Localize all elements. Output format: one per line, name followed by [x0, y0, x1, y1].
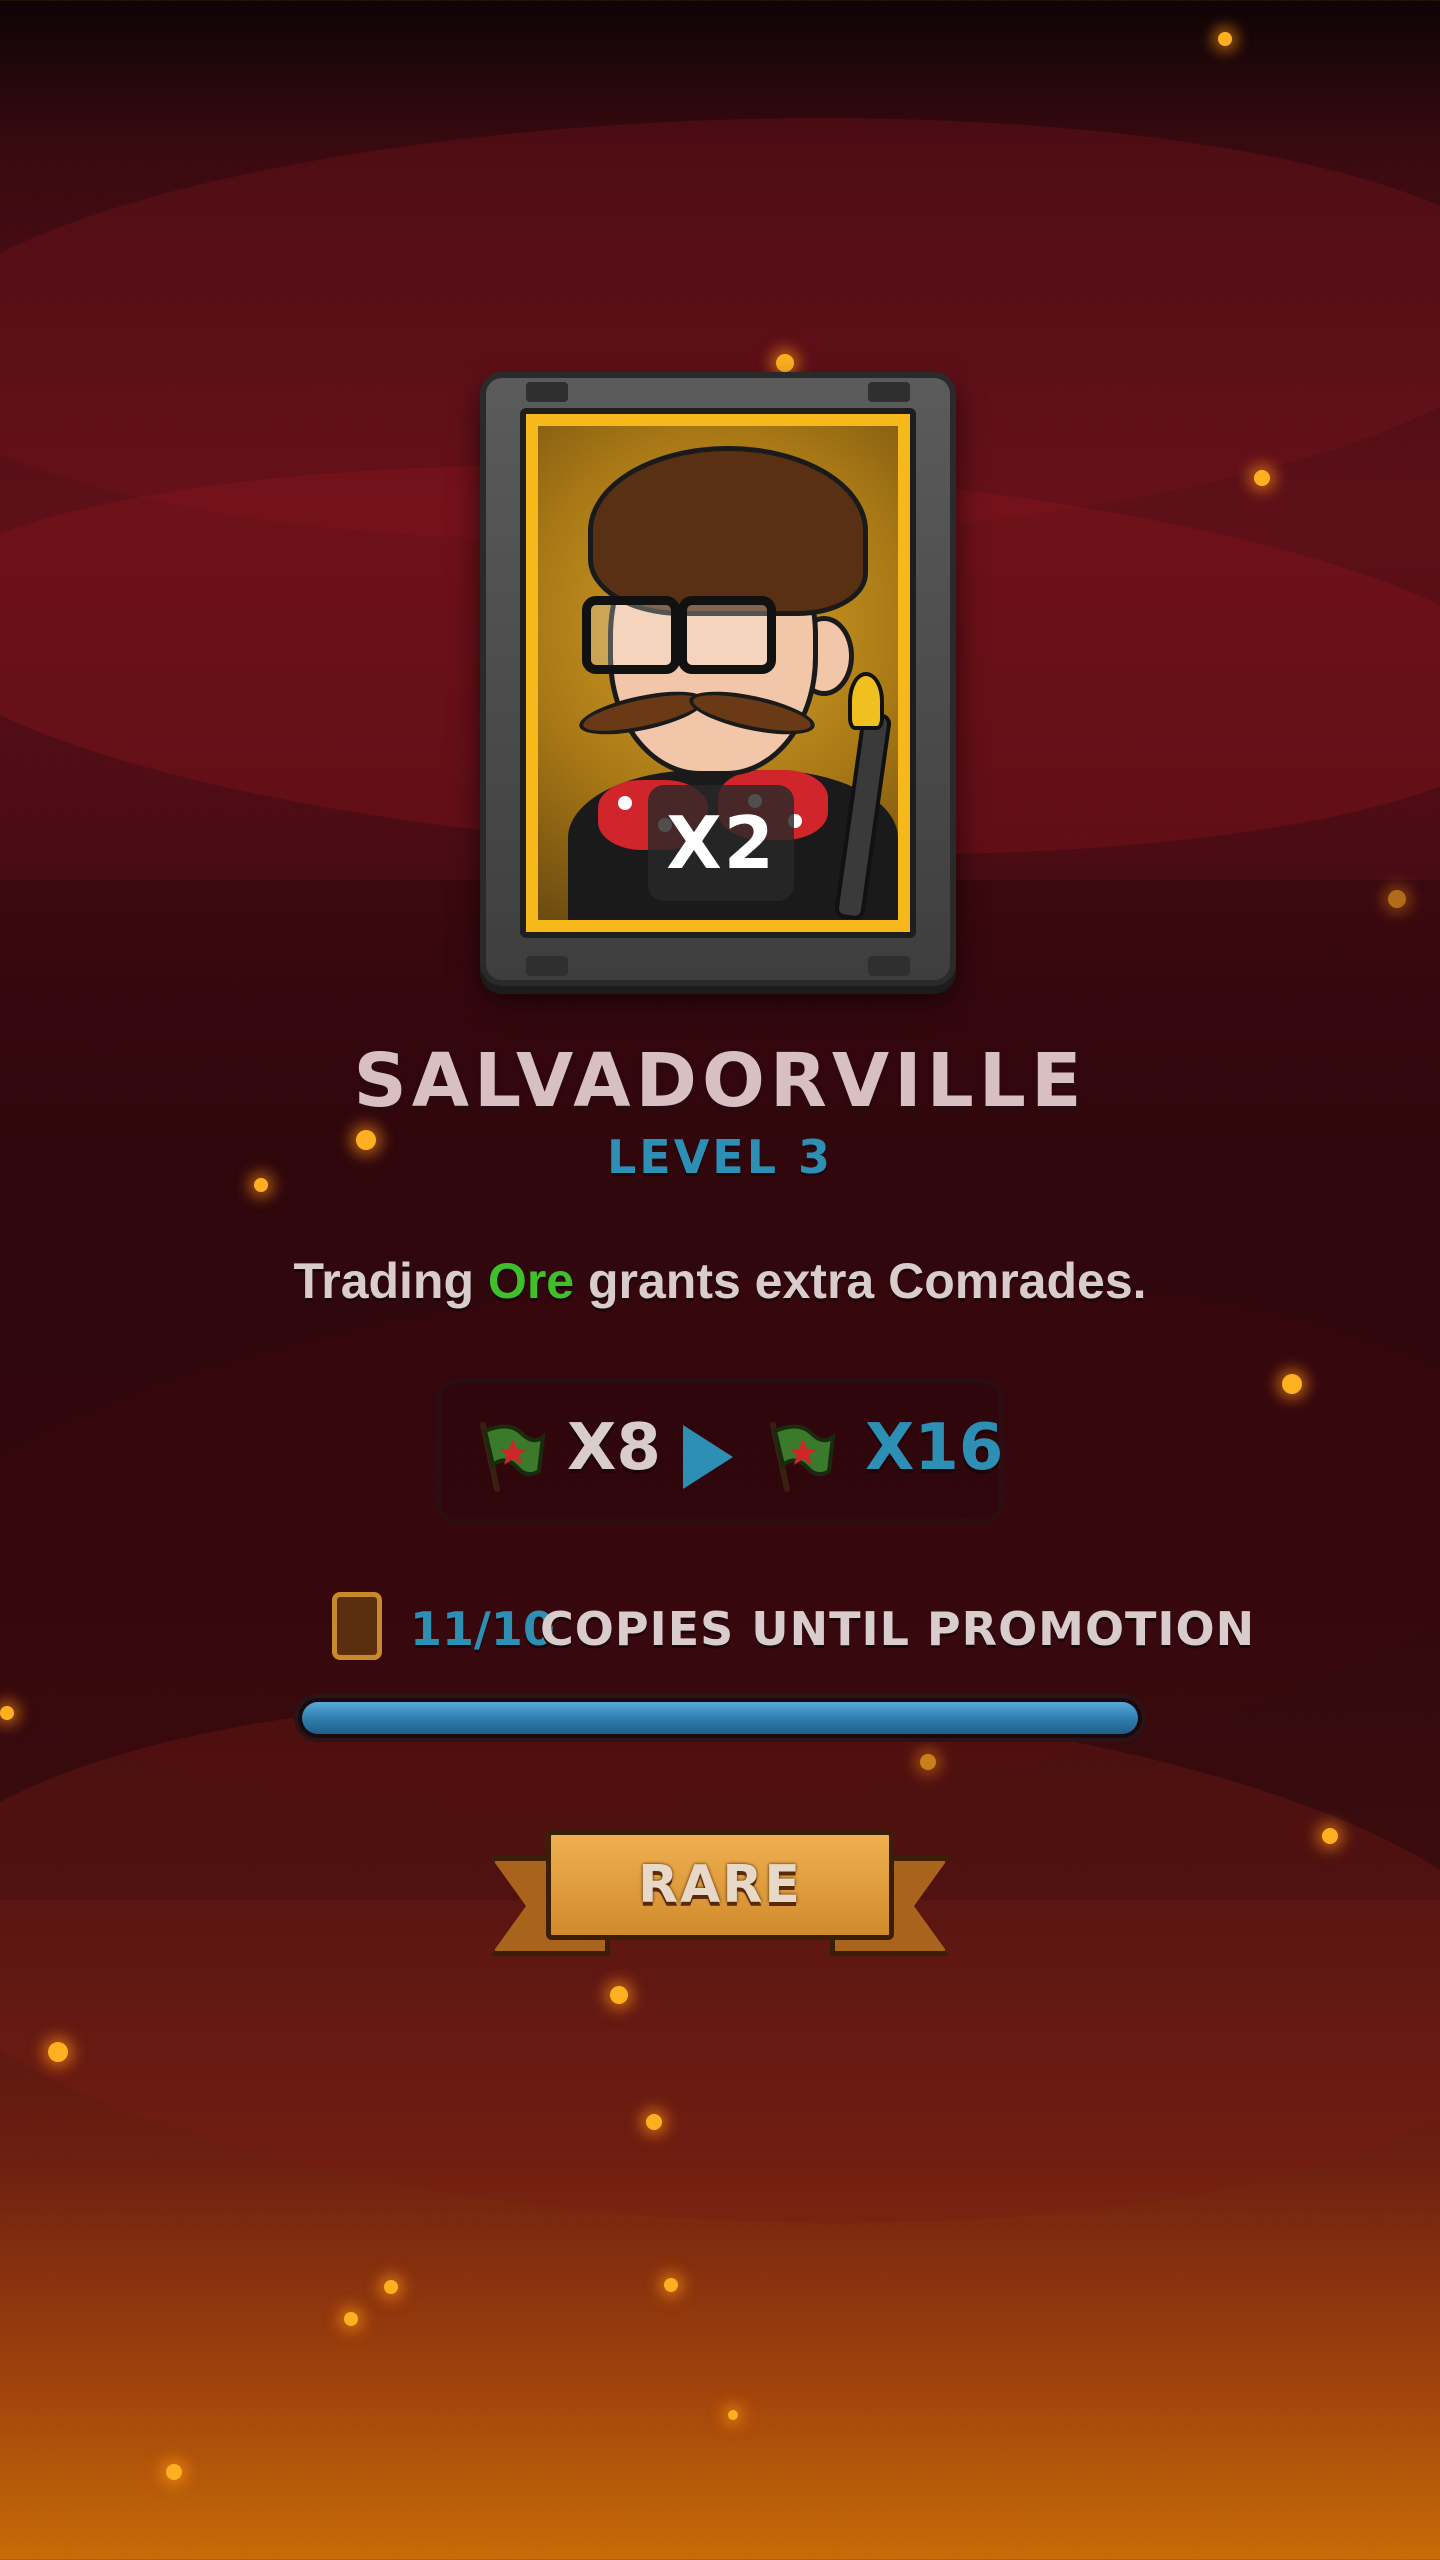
- rarity-label: RARE: [638, 1855, 802, 1915]
- ember-particle: [1388, 890, 1406, 908]
- ember-particle: [1254, 470, 1270, 486]
- arrow-right-icon: [683, 1425, 733, 1489]
- ember-particle: [646, 2114, 662, 2130]
- ember-particle: [166, 2464, 182, 2480]
- progress-fill: [302, 1702, 1138, 1734]
- ember-particle: [344, 2312, 358, 2326]
- ember-particle: [664, 2278, 678, 2292]
- bonus-current: X8: [567, 1411, 661, 1485]
- ember-particle: [384, 2280, 398, 2294]
- ember-particle: [48, 2042, 68, 2062]
- portrait-paintbrush-tip: [848, 672, 884, 730]
- resource-highlight: Ore: [487, 1253, 575, 1309]
- ember-particle: [1218, 32, 1232, 46]
- description-text: Trading: [293, 1253, 488, 1309]
- ember-particle: [610, 1986, 628, 2004]
- flag-icon: [770, 1422, 836, 1492]
- card-multiplier-badge: X2: [648, 785, 794, 901]
- portrait-glasses: [582, 596, 680, 674]
- portrait-hair: [588, 446, 868, 616]
- ember-particle: [1282, 1374, 1302, 1394]
- promotion-progress-bar: [294, 1694, 1146, 1742]
- ribbon-banner: RARE: [546, 1830, 894, 1940]
- card-frame-bolt: [868, 956, 910, 976]
- ember-particle: [920, 1754, 936, 1770]
- ember-particle: [728, 2410, 738, 2420]
- hero-name: SALVADORVILLE: [353, 1038, 1087, 1124]
- ability-description: Trading Ore grants extra Comrades.: [0, 1252, 1440, 1310]
- bowtie-dot: [618, 796, 632, 810]
- promotion-progress-row: 11/10 COPIES UNTIL PROMOTION: [332, 1592, 1254, 1672]
- card-frame-bolt: [526, 382, 568, 402]
- card-frame-bolt: [868, 382, 910, 402]
- hero-level: LEVEL 3: [606, 1130, 834, 1184]
- copies-count: 11/10: [410, 1602, 555, 1656]
- card-copy-icon: [332, 1592, 382, 1660]
- rarity-ribbon: RARE: [490, 1822, 950, 1972]
- card-frame-bolt: [526, 956, 568, 976]
- portrait-glasses: [678, 596, 776, 674]
- bonus-upgrade-panel: X8 X16: [436, 1378, 1004, 1524]
- bonus-next: X16: [865, 1411, 1004, 1485]
- ember-particle: [776, 354, 794, 372]
- flag-icon: [480, 1422, 546, 1492]
- ember-particle: [1322, 1828, 1338, 1844]
- ember-particle: [0, 1706, 14, 1720]
- description-text: grants extra Comrades.: [574, 1253, 1147, 1309]
- copies-label: COPIES UNTIL PROMOTION: [540, 1602, 1256, 1656]
